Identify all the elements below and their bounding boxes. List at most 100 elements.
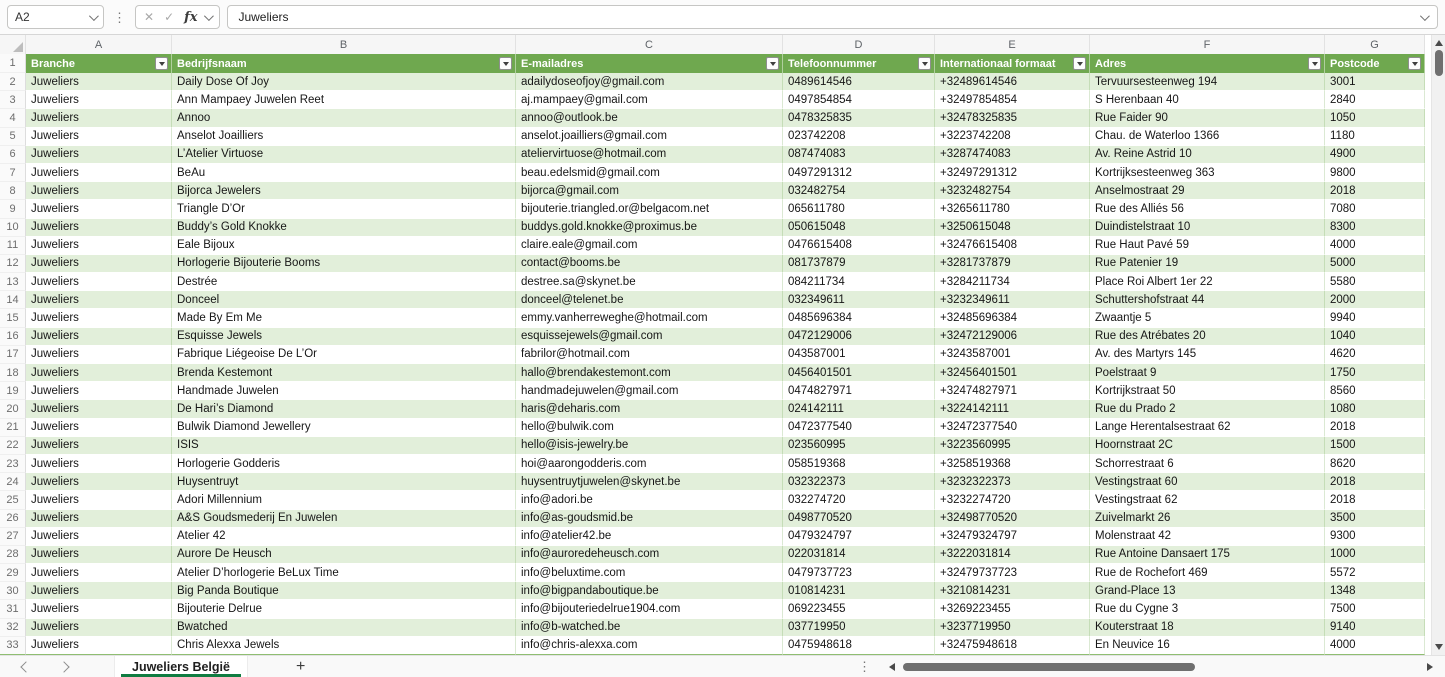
cell-C11[interactable]: claire.eale@gmail.com <box>516 236 783 255</box>
cell-D25[interactable]: 032274720 <box>783 491 935 510</box>
row-header-8[interactable]: 8 <box>0 182 26 201</box>
filter-button-D[interactable] <box>918 57 931 70</box>
cell-G20[interactable]: 1080 <box>1325 400 1425 419</box>
row-header-15[interactable]: 15 <box>0 309 26 328</box>
cell-C28[interactable]: info@auroredeheusch.com <box>516 545 783 565</box>
cell-C5[interactable]: anselot.joailliers@gmail.com <box>516 127 783 146</box>
cell-F18[interactable]: Poelstraat 9 <box>1090 364 1325 383</box>
row-header-20[interactable]: 20 <box>0 400 26 419</box>
cell-D31[interactable]: 069223455 <box>783 600 935 619</box>
cell-C26[interactable]: info@as-goudsmid.be <box>516 509 783 528</box>
cell-G26[interactable]: 3500 <box>1325 509 1425 528</box>
cell-C30[interactable]: info@bigpandaboutique.be <box>516 582 783 601</box>
row-header-16[interactable]: 16 <box>0 327 26 346</box>
cell-B16[interactable]: Esquisse Jewels <box>172 327 516 346</box>
cell-F27[interactable]: Molenstraat 42 <box>1090 527 1325 546</box>
cell-D27[interactable]: 0479324797 <box>783 527 935 546</box>
cell-B15[interactable]: Made By Em Me <box>172 309 516 328</box>
cell-C3[interactable]: aj.mampaey@gmail.com <box>516 91 783 110</box>
row-header-5[interactable]: 5 <box>0 127 26 146</box>
cell-F16[interactable]: Rue des Atrébates 20 <box>1090 327 1325 346</box>
cell-E12[interactable]: +3281737879 <box>935 254 1090 274</box>
cell-E3[interactable]: +32497854854 <box>935 91 1090 110</box>
cell-G17[interactable]: 4620 <box>1325 345 1425 364</box>
cell-B33[interactable]: Chris Alexxa Jewels <box>172 636 516 655</box>
cell-D20[interactable]: 024142111 <box>783 400 935 419</box>
cell-B23[interactable]: Horlogerie Godderis <box>172 454 516 474</box>
cell-B11[interactable]: Eale Bijoux <box>172 236 516 255</box>
cell-E24[interactable]: +3232322373 <box>935 473 1090 492</box>
cell-E4[interactable]: +32478325835 <box>935 109 1090 128</box>
cell-C13[interactable]: destree.sa@skynet.be <box>516 273 783 292</box>
cell-F32[interactable]: Kouterstraat 18 <box>1090 618 1325 637</box>
row-header-4[interactable]: 4 <box>0 109 26 128</box>
cell-A28[interactable]: Juweliers <box>26 545 172 565</box>
cell-B26[interactable]: A&S Goudsmederij En Juwelen <box>172 509 516 528</box>
cell-E8[interactable]: +3232482754 <box>935 182 1090 201</box>
cell-G2[interactable]: 3001 <box>1325 73 1425 92</box>
cell-D6[interactable]: 087474083 <box>783 145 935 164</box>
column-header-B[interactable]: B <box>172 35 516 54</box>
cell-B9[interactable]: Triangle D’Or <box>172 200 516 219</box>
cell-A33[interactable]: Juweliers <box>26 636 172 655</box>
cancel-entry-icon[interactable]: ✕ <box>144 10 154 24</box>
cell-C12[interactable]: contact@booms.be <box>516 254 783 274</box>
confirm-entry-icon[interactable]: ✓ <box>164 10 174 24</box>
cell-A27[interactable]: Juweliers <box>26 527 172 546</box>
cell-B30[interactable]: Big Panda Boutique <box>172 582 516 601</box>
name-box-chevron-down-icon[interactable] <box>88 10 99 21</box>
filter-button-F[interactable] <box>1308 57 1321 70</box>
row-header-12[interactable]: 12 <box>0 254 26 274</box>
cell-G5[interactable]: 1180 <box>1325 127 1425 146</box>
table-header-cell-A[interactable]: Branche <box>26 54 172 73</box>
row-header-3[interactable]: 3 <box>0 91 26 110</box>
cell-D32[interactable]: 037719950 <box>783 618 935 637</box>
cell-G33[interactable]: 4000 <box>1325 636 1425 655</box>
column-header-G[interactable]: G <box>1325 35 1425 54</box>
cell-G24[interactable]: 2018 <box>1325 473 1425 492</box>
cell-A21[interactable]: Juweliers <box>26 418 172 437</box>
cell-B7[interactable]: BeAu <box>172 163 516 183</box>
cell-G14[interactable]: 2000 <box>1325 291 1425 310</box>
cell-E29[interactable]: +32479737723 <box>935 564 1090 583</box>
row-header-32[interactable]: 32 <box>0 618 26 637</box>
cell-D14[interactable]: 032349611 <box>783 291 935 310</box>
name-box[interactable]: A2 <box>7 5 104 29</box>
formula-bar-collapse-icon[interactable] <box>1419 10 1430 21</box>
cell-G21[interactable]: 2018 <box>1325 418 1425 437</box>
cell-C21[interactable]: hello@bulwik.com <box>516 418 783 437</box>
filter-button-B[interactable] <box>499 57 512 70</box>
cell-E31[interactable]: +3269223455 <box>935 600 1090 619</box>
cell-F15[interactable]: Zwaantje 5 <box>1090 309 1325 328</box>
cell-A30[interactable]: Juweliers <box>26 582 172 601</box>
h-scroll-right-icon[interactable] <box>1427 662 1433 671</box>
cell-E33[interactable]: +32475948618 <box>935 636 1090 655</box>
cell-B5[interactable]: Anselot Joailliers <box>172 127 516 146</box>
cell-D13[interactable]: 084211734 <box>783 273 935 292</box>
cell-F3[interactable]: S Herenbaan 40 <box>1090 91 1325 110</box>
toolbar-more-dots-icon[interactable]: ⋮ <box>111 11 128 24</box>
cell-F20[interactable]: Rue du Prado 2 <box>1090 400 1325 419</box>
row-header-23[interactable]: 23 <box>0 454 26 474</box>
table-header-cell-C[interactable]: E-mailadres <box>516 54 783 73</box>
cell-E25[interactable]: +3232274720 <box>935 491 1090 510</box>
sheet-nav-left-icon[interactable] <box>20 660 32 673</box>
cell-E16[interactable]: +32472129006 <box>935 327 1090 346</box>
row-header-1[interactable]: 1 <box>0 54 26 73</box>
cell-G23[interactable]: 8620 <box>1325 454 1425 474</box>
cell-D29[interactable]: 0479737723 <box>783 564 935 583</box>
cell-D16[interactable]: 0472129006 <box>783 327 935 346</box>
cell-C9[interactable]: bijouterie.triangled.or@belgacom.net <box>516 200 783 219</box>
cell-F31[interactable]: Rue du Cygne 3 <box>1090 600 1325 619</box>
cell-C19[interactable]: handmadejuwelen@gmail.com <box>516 382 783 401</box>
cell-E15[interactable]: +32485696384 <box>935 309 1090 328</box>
cell-C16[interactable]: esquissejewels@gmail.com <box>516 327 783 346</box>
function-chevron-down-icon[interactable] <box>204 10 215 21</box>
cell-G25[interactable]: 2018 <box>1325 491 1425 510</box>
cell-F5[interactable]: Chau. de Waterloo 1366 <box>1090 127 1325 146</box>
cell-A12[interactable]: Juweliers <box>26 254 172 274</box>
column-header-A[interactable]: A <box>26 35 172 54</box>
insert-function-icon[interactable]: fx <box>184 10 197 25</box>
cell-D17[interactable]: 043587001 <box>783 345 935 364</box>
cell-E32[interactable]: +3237719950 <box>935 618 1090 637</box>
